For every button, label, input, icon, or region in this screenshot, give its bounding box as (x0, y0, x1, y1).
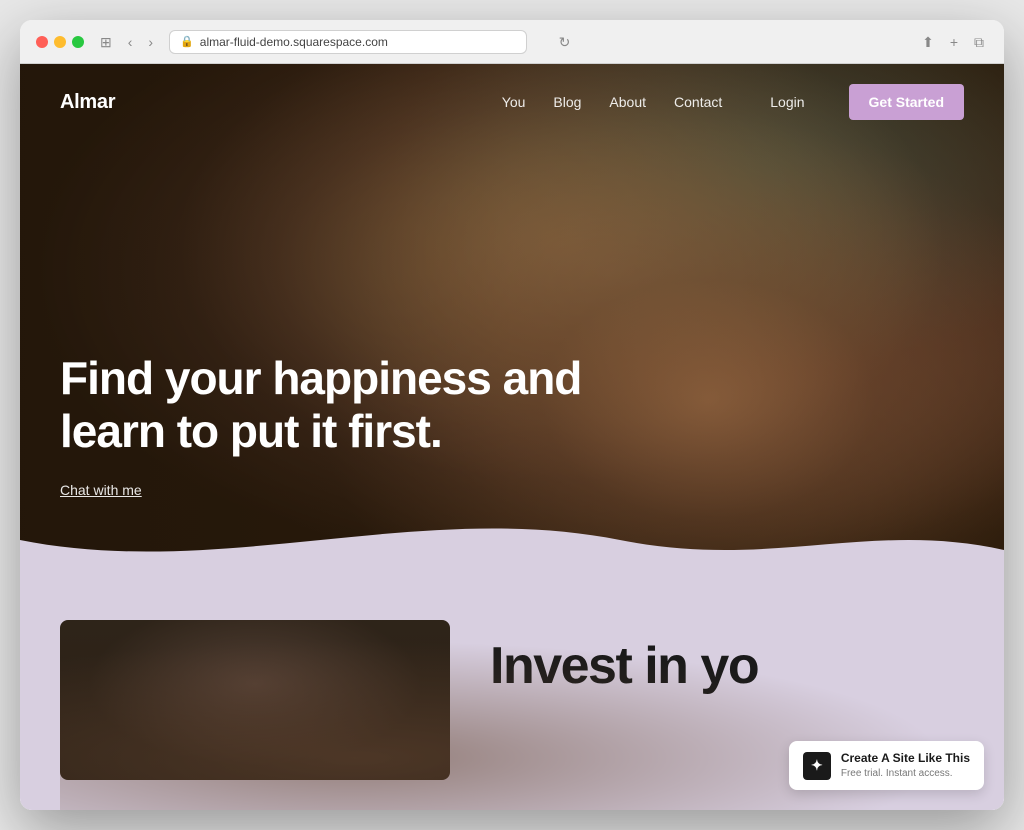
browser-chrome: ⊞ ‹ › 🔒 almar-fluid-demo.squarespace.com… (20, 20, 1004, 64)
browser-controls: ⊞ ‹ › (96, 33, 157, 51)
address-bar[interactable]: 🔒 almar-fluid-demo.squarespace.com (169, 30, 527, 54)
below-fold-image (60, 620, 450, 780)
close-button[interactable] (36, 36, 48, 48)
browser-window: ⊞ ‹ › 🔒 almar-fluid-demo.squarespace.com… (20, 20, 1004, 810)
browser-spacer: ↻ (539, 33, 907, 51)
badge-text: Create A Site Like This Free trial. Inst… (841, 751, 970, 780)
nav-link-blog[interactable]: Blog (553, 94, 581, 110)
nav-login-button[interactable]: Login (770, 94, 804, 110)
reload-button[interactable]: ↻ (555, 33, 575, 51)
badge-title: Create A Site Like This (841, 751, 970, 767)
forward-button[interactable]: › (144, 33, 157, 51)
minimize-button[interactable] (54, 36, 66, 48)
lock-icon: 🔒 (180, 35, 194, 48)
traffic-lights (36, 36, 84, 48)
nav-link-you[interactable]: You (502, 94, 526, 110)
website-content: Almar You Blog About Contact Login Get S… (20, 64, 1004, 810)
wave-transition (20, 500, 1004, 580)
hero-section: Almar You Blog About Contact Login Get S… (20, 64, 1004, 580)
back-button[interactable]: ‹ (124, 33, 137, 51)
site-logo[interactable]: Almar (60, 91, 115, 114)
navbar: Almar You Blog About Contact Login Get S… (20, 64, 1004, 140)
nav-links: You Blog About Contact Login Get Started (502, 84, 964, 120)
nav-link-about[interactable]: About (609, 94, 646, 110)
hero-title: Find your happiness and learn to put it … (60, 352, 620, 458)
sidebar-toggle-button[interactable]: ⊞ (96, 33, 116, 51)
hero-chat-link[interactable]: Chat with me (60, 482, 142, 498)
squarespace-badge[interactable]: ✦ Create A Site Like This Free trial. In… (789, 741, 984, 790)
nav-link-contact[interactable]: Contact (674, 94, 722, 110)
hero-content: Find your happiness and learn to put it … (60, 352, 620, 500)
windows-button[interactable]: ⧉ (970, 33, 988, 51)
squarespace-icon: ✦ (803, 752, 831, 780)
url-text: almar-fluid-demo.squarespace.com (200, 35, 388, 49)
maximize-button[interactable] (72, 36, 84, 48)
share-button[interactable]: ⬆ (918, 33, 938, 51)
nav-get-started-button[interactable]: Get Started (849, 84, 964, 120)
new-tab-button[interactable]: + (946, 33, 962, 51)
badge-subtitle: Free trial. Instant access. (841, 767, 970, 780)
browser-actions: ⬆ + ⧉ (918, 33, 988, 51)
below-fold-section: Invest in yo ✦ Create A Site Like This F… (20, 580, 1004, 810)
